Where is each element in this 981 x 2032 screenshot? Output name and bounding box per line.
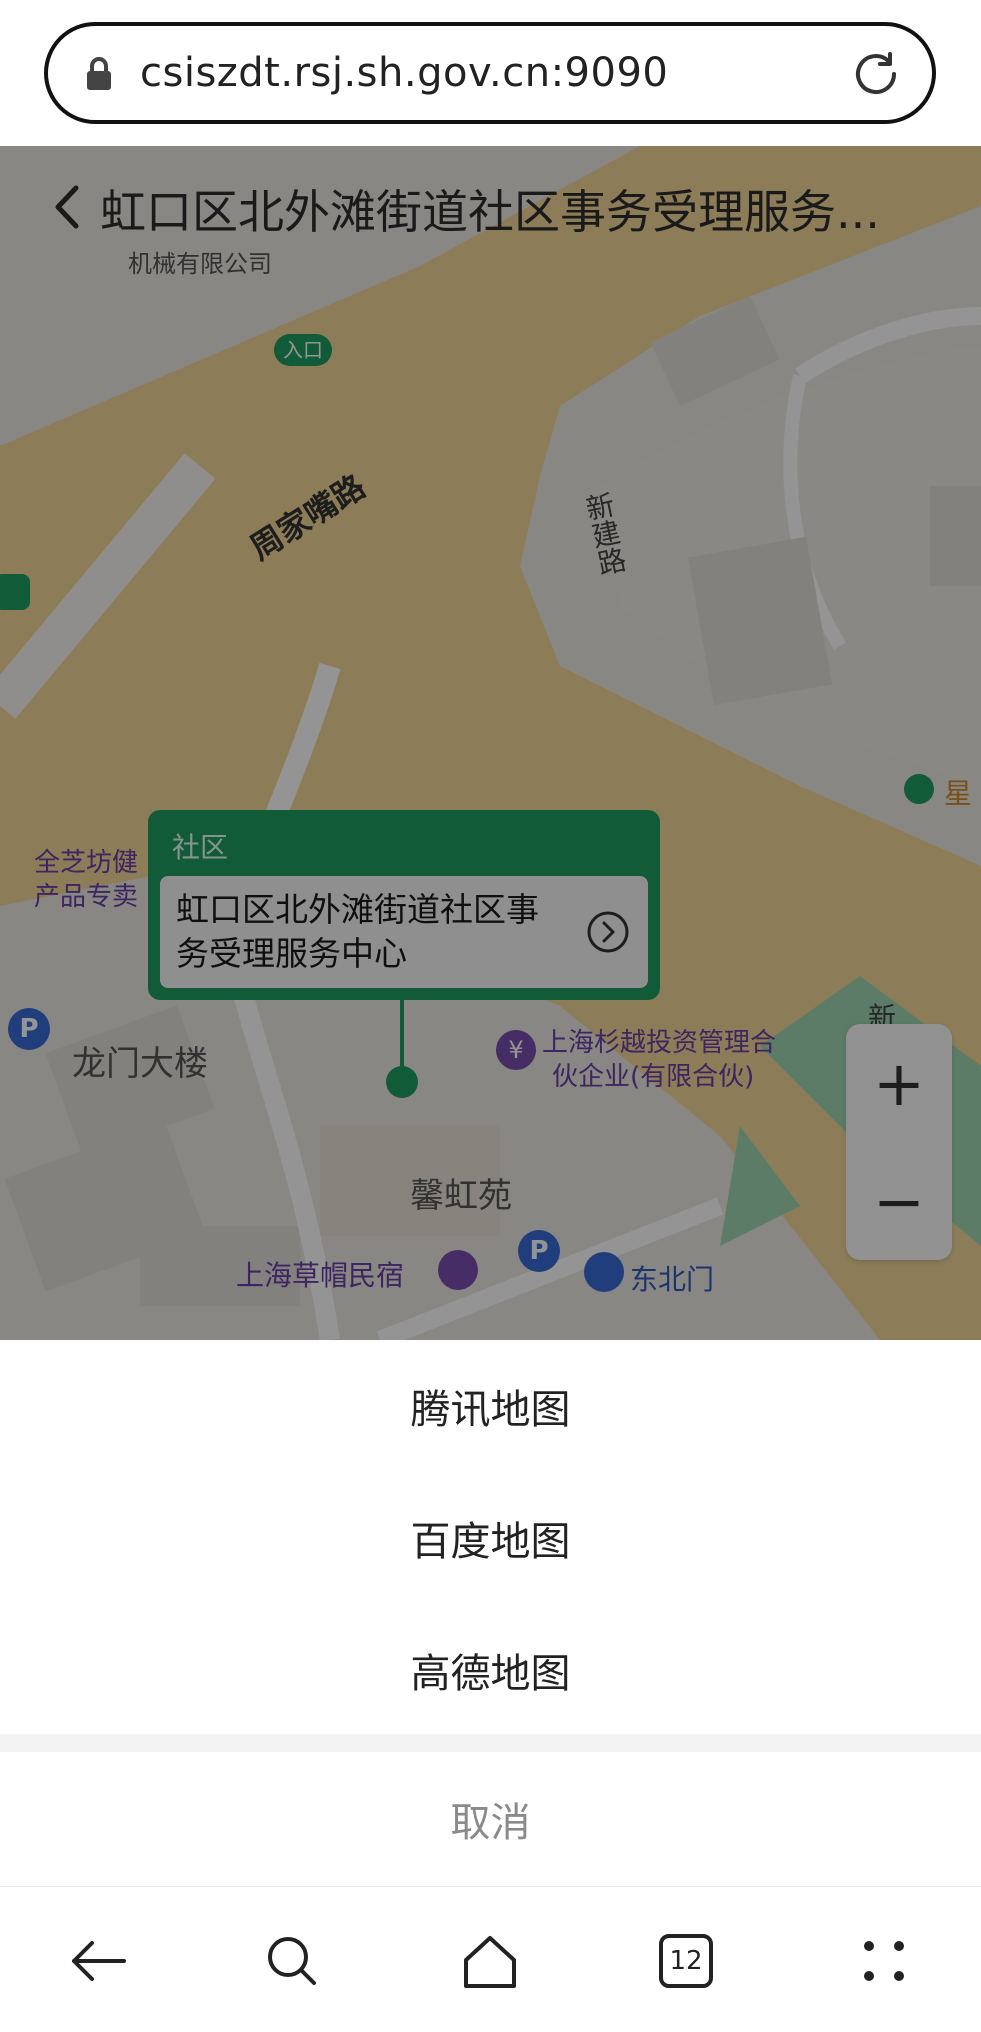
nav-home-button[interactable]: [450, 1921, 530, 2001]
nav-search-button[interactable]: [252, 1921, 332, 2001]
back-icon: [72, 1941, 126, 1981]
address-bar[interactable]: csiszdt.rsj.sh.gov.cn:9090: [44, 22, 936, 124]
cancel-button[interactable]: 取消: [0, 1752, 981, 1886]
reload-icon[interactable]: [850, 48, 902, 100]
nav-menu-button[interactable]: [844, 1921, 924, 2001]
nav-tabs-button[interactable]: 12: [646, 1921, 726, 2001]
option-tencent-map[interactable]: 腾讯地图: [0, 1340, 981, 1472]
option-amap[interactable]: 高德地图: [0, 1604, 981, 1736]
tabs-icon: 12: [659, 1934, 713, 1988]
home-icon: [464, 1936, 516, 1988]
url-text: csiszdt.rsj.sh.gov.cn:9090: [140, 50, 669, 96]
search-icon: [268, 1937, 316, 1985]
page-header: 虹口区北外滩街道社区事务受理服务...: [0, 146, 981, 266]
option-baidu-map[interactable]: 百度地图: [0, 1472, 981, 1604]
map-view[interactable]: 机械有限公司 入口 周家嘴路 新建路 星 全芝坊健 产品专卖 P 龙门大楼 ¥ …: [0, 146, 981, 1340]
menu-icon: [864, 1941, 904, 1981]
browser-bottom-nav: 12: [0, 1886, 981, 2032]
sheet-divider: [0, 1734, 981, 1752]
map-app-chooser-sheet: 腾讯地图 百度地图 高德地图 取消: [0, 1340, 981, 1886]
nav-back-button[interactable]: [58, 1921, 138, 2001]
back-chevron-icon[interactable]: [52, 184, 82, 230]
tabs-count: 12: [669, 1946, 703, 1976]
browser-url-bar-area: csiszdt.rsj.sh.gov.cn:9090: [0, 0, 981, 146]
modal-overlay[interactable]: [0, 146, 981, 1340]
page-title: 虹口区北外滩街道社区事务受理服务...: [100, 185, 880, 239]
lock-icon: [87, 57, 111, 90]
